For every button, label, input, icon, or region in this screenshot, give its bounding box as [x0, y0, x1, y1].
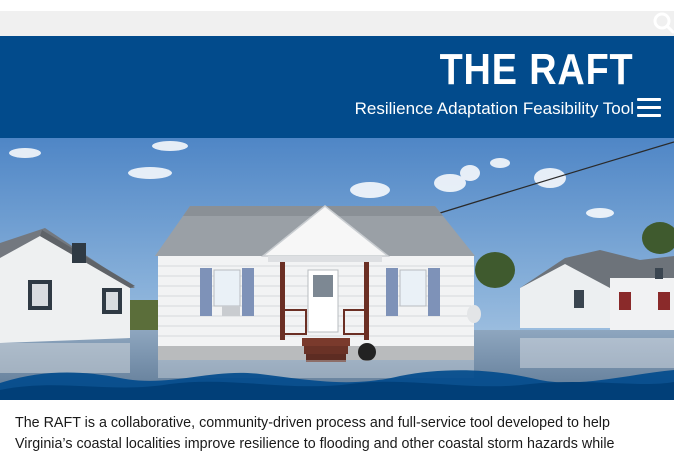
- site-title[interactable]: THE RAFT: [440, 47, 634, 93]
- top-strip: [0, 0, 674, 11]
- hamburger-menu-icon[interactable]: [637, 98, 661, 120]
- site-header: THE RAFT Resilience Adaptation Feasibili…: [0, 36, 674, 138]
- hero-image: [0, 138, 674, 400]
- site-subtitle: Resilience Adaptation Feasibility Tool: [354, 99, 634, 118]
- intro-paragraph: The RAFT is a collaborative, community-d…: [15, 415, 615, 452]
- search-bar: [0, 11, 674, 36]
- search-icon[interactable]: [652, 12, 674, 34]
